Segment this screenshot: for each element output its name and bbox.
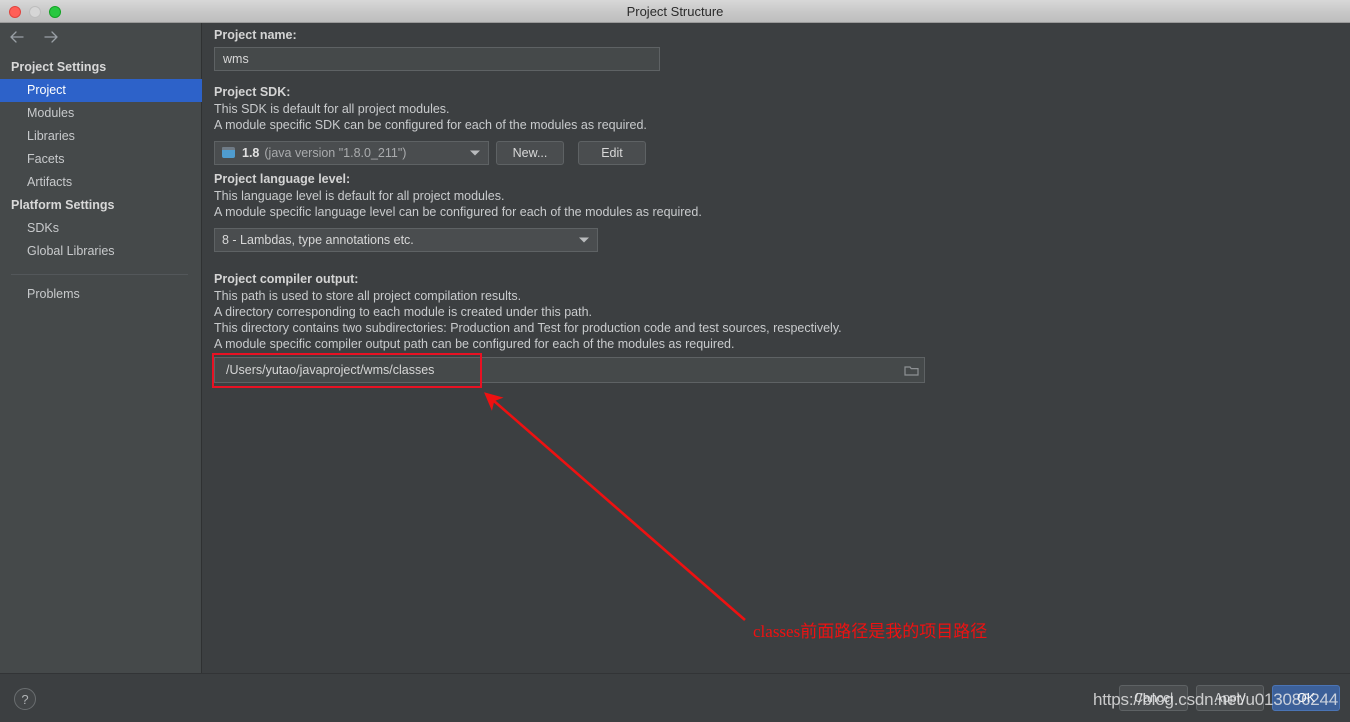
sidebar-item-project[interactable]: Project <box>0 79 202 102</box>
title-bar: Project Structure <box>0 0 1350 23</box>
sidebar-item-facets[interactable]: Facets <box>0 148 202 171</box>
sidebar-group-platform-settings: Platform Settings <box>11 198 115 212</box>
back-arrow-icon[interactable] <box>8 28 26 46</box>
main-panel: Project name: wms Project SDK: This SDK … <box>203 23 1350 673</box>
project-structure-window: Project Structure Project Settings Proje… <box>0 0 1350 722</box>
compiler-output-desc-2: A directory corresponding to each module… <box>214 305 592 319</box>
sidebar-item-artifacts[interactable]: Artifacts <box>0 171 202 194</box>
compiler-output-label: Project compiler output: <box>214 272 359 286</box>
language-level-desc-2: A module specific language level can be … <box>214 205 702 219</box>
new-sdk-button[interactable]: New... <box>496 141 564 165</box>
project-name-value: wms <box>223 52 249 66</box>
window-title: Project Structure <box>626 4 724 19</box>
project-sdk-label: Project SDK: <box>214 85 291 99</box>
project-sdk-desc-1: This SDK is default for all project modu… <box>214 102 450 116</box>
project-sdk-detail: (java version "1.8.0_211") <box>264 146 407 160</box>
chevron-down-icon <box>470 150 480 156</box>
sidebar-group-project-settings: Project Settings <box>11 60 107 74</box>
sidebar-item-problems[interactable]: Problems <box>0 283 202 306</box>
project-sdk-version: 1.8 <box>242 146 260 160</box>
compiler-output-path-field[interactable]: /Users/yutao/javaproject/wms/classes <box>214 357 925 383</box>
sidebar-item-sdks[interactable]: SDKs <box>0 217 202 240</box>
language-level-dropdown[interactable]: 8 - Lambdas, type annotations etc. <box>214 228 598 252</box>
language-level-label: Project language level: <box>214 172 351 186</box>
folder-icon[interactable] <box>898 358 924 382</box>
project-sdk-dropdown[interactable]: 1.8 (java version "1.8.0_211") <box>214 141 489 165</box>
help-button[interactable]: ? <box>14 688 36 710</box>
sdk-icon <box>222 147 236 159</box>
sidebar-item-modules[interactable]: Modules <box>0 102 202 125</box>
language-level-desc-1: This language level is default for all p… <box>214 189 505 203</box>
sidebar-divider <box>11 274 188 275</box>
sidebar-item-libraries[interactable]: Libraries <box>0 125 202 148</box>
sidebar-item-global-libraries[interactable]: Global Libraries <box>0 240 202 263</box>
project-sdk-desc-2: A module specific SDK can be configured … <box>214 118 647 132</box>
edit-sdk-button[interactable]: Edit <box>578 141 646 165</box>
compiler-output-path-value: /Users/yutao/javaproject/wms/classes <box>226 363 435 377</box>
chevron-down-icon <box>579 237 589 243</box>
nav-arrows <box>8 28 60 46</box>
compiler-output-desc-1: This path is used to store all project c… <box>214 289 522 303</box>
sidebar: Project Settings Project Modules Librari… <box>0 23 202 673</box>
project-name-input[interactable]: wms <box>214 47 660 71</box>
compiler-output-desc-4: A module specific compiler output path c… <box>214 337 735 351</box>
compiler-output-desc-3: This directory contains two subdirectori… <box>214 321 842 335</box>
language-level-value: 8 - Lambdas, type annotations etc. <box>222 233 414 247</box>
sidebar-nav-list: Project Settings Project Modules Librari… <box>0 56 202 306</box>
forward-arrow-icon[interactable] <box>42 28 60 46</box>
annotation-text: classes前面路径是我的项目路径 <box>753 622 988 641</box>
watermark-text: https://blog.csdn.net/u013086244 <box>1093 690 1339 709</box>
project-name-label: Project name: <box>214 28 297 42</box>
